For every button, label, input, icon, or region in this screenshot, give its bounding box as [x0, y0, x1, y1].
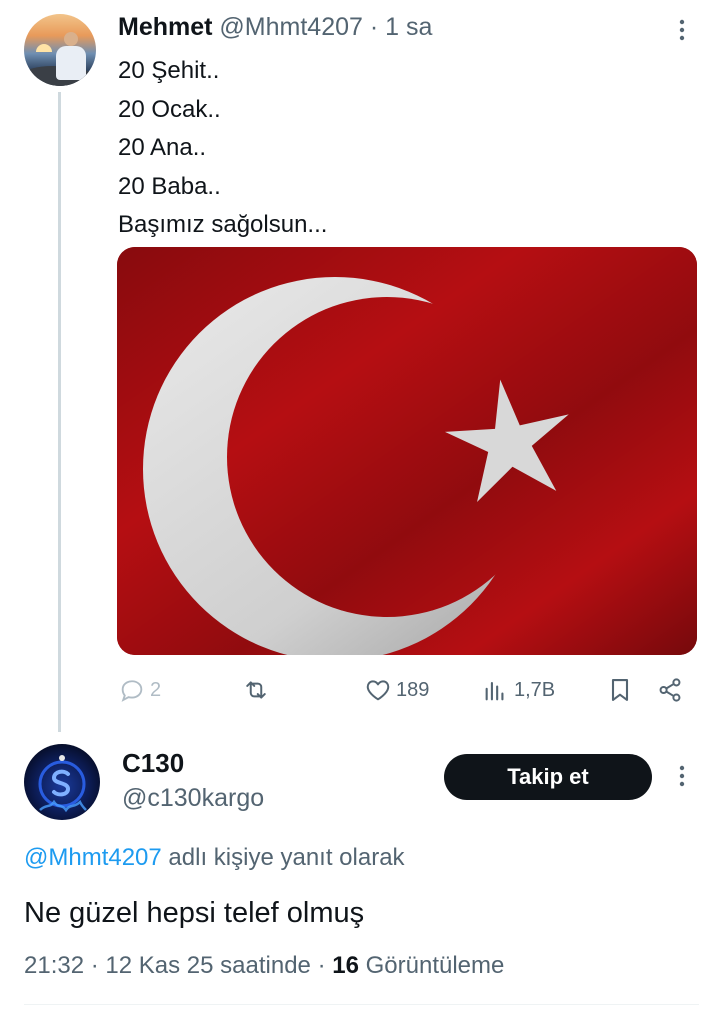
avatar-person-body: [56, 46, 86, 80]
bookmark-action[interactable]: [606, 674, 634, 706]
reply-author-handle[interactable]: @c130kargo: [122, 782, 264, 814]
reply-views-count: 16: [332, 952, 359, 979]
views-action[interactable]: 1,7B: [482, 674, 555, 706]
reply-icon: [121, 680, 143, 702]
retweet-action[interactable]: [242, 674, 270, 706]
analytics-icon: [485, 681, 504, 701]
thread-connector-line: [58, 92, 61, 732]
parent-tweet-time[interactable]: 1 sa: [385, 13, 432, 41]
timestamp-separator: ·: [90, 952, 99, 979]
follow-button[interactable]: Takip et: [444, 754, 652, 800]
reply-time[interactable]: 21:32: [24, 952, 84, 979]
header-separator: ·: [369, 13, 379, 41]
avatar-person-head: [64, 32, 78, 46]
views-count: 1,7B: [514, 678, 556, 701]
replying-to-line: @Mhmt4207 adlı kişiye yanıt olarak: [24, 842, 405, 874]
parent-tweet-header: Mehmet @Mhmt4207 · 1 sa: [118, 12, 432, 42]
turkish-flag-image[interactable]: [117, 247, 697, 655]
like-count: 189: [396, 678, 430, 701]
reply-to-label: adlı kişiye yanıt olarak: [161, 844, 405, 871]
share-action[interactable]: [656, 674, 684, 706]
reply-author-name[interactable]: C130: [122, 747, 184, 779]
parent-author-handle[interactable]: @Mhmt4207: [219, 13, 363, 41]
tweet-line: 20 Baba..: [118, 172, 221, 200]
reply-author-avatar[interactable]: [24, 744, 100, 820]
reply-more-options-icon[interactable]: [670, 764, 694, 788]
reply-to-mention-link[interactable]: @Mhmt4207: [24, 844, 162, 871]
bookmark-icon: [611, 679, 629, 701]
like-action[interactable]: 189: [364, 674, 429, 706]
avatar-sun-decoration: [36, 44, 52, 52]
tweet-line: 20 Şehit..: [118, 57, 220, 84]
tweet-line: 20 Ocak..: [118, 95, 221, 123]
parent-author-name[interactable]: Mehmet: [118, 13, 212, 41]
retweet-icon: [246, 681, 266, 699]
tweet-line: 20 Ana..: [118, 134, 207, 161]
parent-tweet-text: 20 Şehit.. 20 Ocak.. 20 Ana.. 20 Baba.. …: [118, 52, 327, 245]
parent-more-options-icon[interactable]: [670, 18, 694, 42]
timestamp-separator: ·: [317, 952, 326, 979]
reply-tweet-text: Ne güzel hepsi telef olmuş: [24, 897, 365, 929]
share-icon: [659, 678, 681, 702]
section-divider: [24, 1004, 699, 1005]
reply-count: 2: [150, 678, 162, 701]
tweet-line: Başımız sağolsun...: [118, 211, 328, 238]
parent-author-avatar[interactable]: [24, 14, 96, 86]
reply-action[interactable]: 2: [118, 674, 161, 706]
reply-timestamp-line: 21:32 · 12 Kas 25 saatinde · 16 Görüntül…: [24, 950, 504, 982]
heart-icon: [366, 680, 390, 701]
reply-date[interactable]: 12 Kas 25 saatinde: [105, 952, 311, 979]
reply-views-label: Görüntüleme: [365, 952, 505, 979]
